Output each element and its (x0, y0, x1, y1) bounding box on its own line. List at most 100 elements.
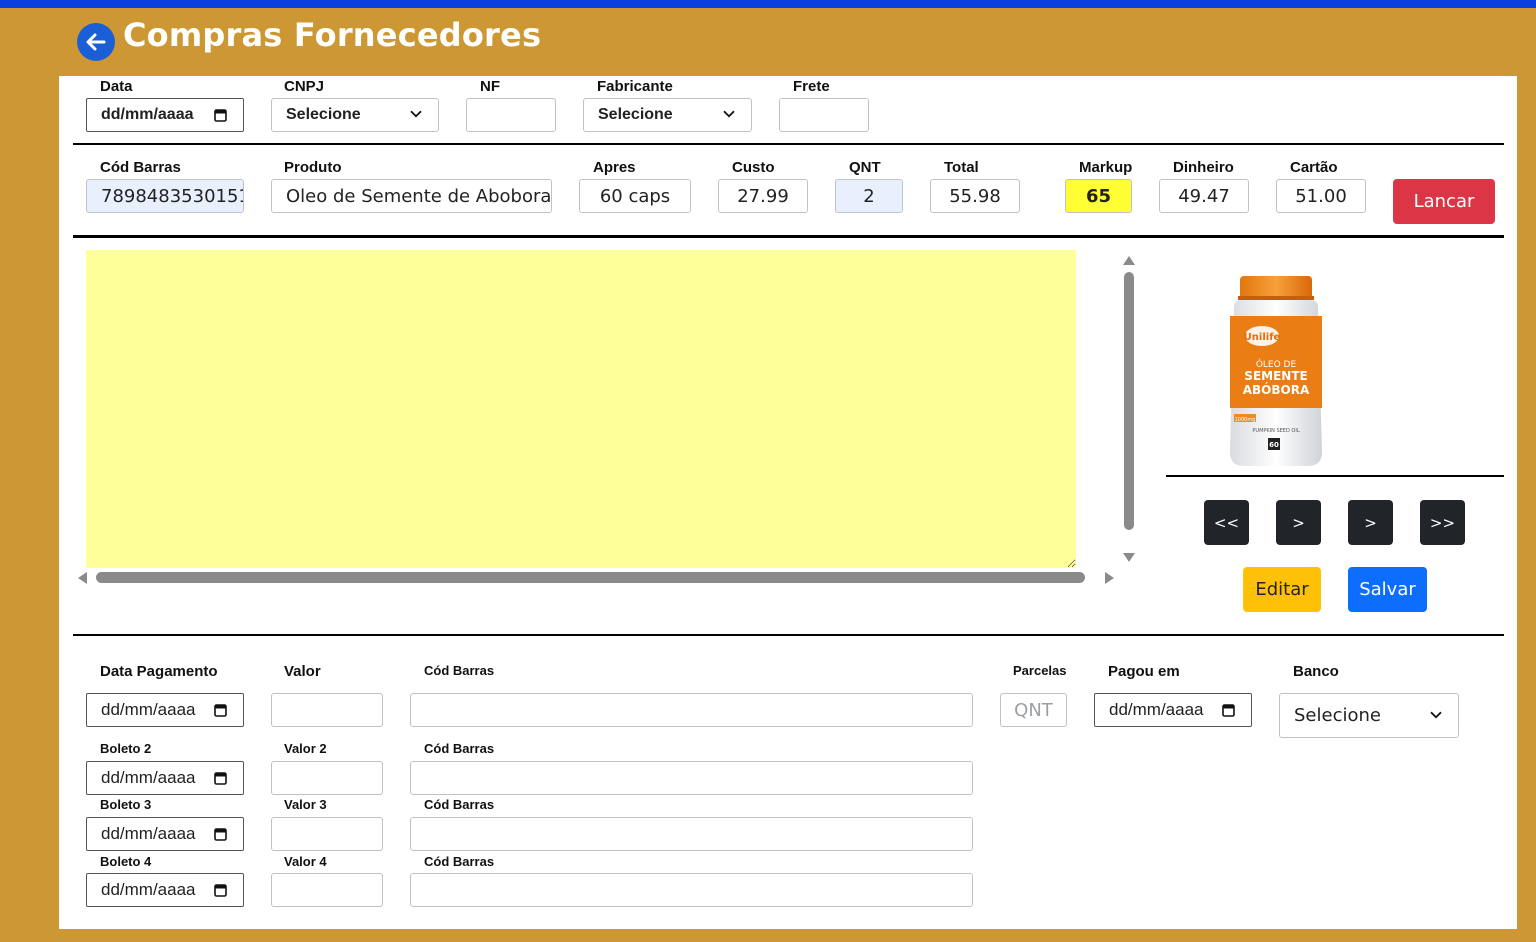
divider (73, 634, 1504, 636)
horizontal-scroll-thumb[interactable] (96, 572, 1085, 583)
cartao-value: 51.00 (1295, 185, 1347, 207)
frete-input[interactable] (779, 98, 869, 132)
boleto4-date-input[interactable]: dd/mm/aaaa (86, 873, 244, 907)
barcode2-input[interactable] (410, 761, 973, 795)
product-sub-text: PUMPKIN SEED OIL (1252, 428, 1299, 434)
barcode-pagamento-label: Cód Barras (424, 663, 495, 678)
boleto2-date-input[interactable]: dd/mm/aaaa (86, 761, 244, 795)
cartao-input[interactable]: 51.00 (1276, 179, 1366, 213)
fabricante-selected-value: Selecione (598, 106, 673, 123)
qnt-input[interactable]: 2 (835, 179, 903, 213)
produto-label: Produto (284, 159, 342, 176)
total-value: 55.98 (949, 185, 1001, 207)
barcode-input[interactable]: 7898483530151 (86, 179, 244, 213)
valor-input[interactable] (271, 693, 383, 727)
valor4-label: Valor 4 (284, 854, 327, 869)
frete-label: Frete (793, 78, 830, 95)
barcode2-label: Cód Barras (424, 741, 495, 756)
cnpj-select[interactable]: Selecione (271, 98, 439, 132)
data-pagamento-input[interactable]: dd/mm/aaaa (86, 693, 244, 727)
data-pagamento-value: dd/mm/aaaa (101, 700, 196, 719)
barcode4-label: Cód Barras (424, 854, 495, 869)
product-image: Unilife ÓLEO DE SEMENTE ABÓBORA 1000mg P… (1230, 276, 1322, 466)
lancar-button[interactable]: Lancar (1393, 179, 1495, 224)
markup-input[interactable]: 65 (1065, 179, 1132, 213)
valor4-input[interactable] (271, 873, 383, 907)
data-date-value: dd/mm/aaaa (101, 106, 194, 123)
calendar-icon (214, 828, 227, 841)
nf-label: NF (480, 78, 500, 95)
prev-record-button[interactable]: > (1276, 500, 1321, 545)
pagou-em-label: Pagou em (1108, 663, 1180, 680)
valor3-input[interactable] (271, 817, 383, 851)
page-title: Compras Fornecedores (123, 16, 542, 54)
produto-input[interactable]: Oleo de Semente de Abobora (271, 179, 552, 213)
arrow-left-icon (86, 33, 106, 51)
edit-button[interactable]: Editar (1243, 567, 1321, 612)
dinheiro-input[interactable]: 49.47 (1159, 179, 1249, 213)
top-accent-bar (0, 0, 1536, 8)
save-button[interactable]: Salvar (1348, 567, 1427, 612)
back-button[interactable] (77, 23, 115, 61)
barcode4-input[interactable] (410, 873, 973, 907)
valor3-label: Valor 3 (284, 797, 327, 812)
next-record-button[interactable]: > (1348, 500, 1393, 545)
calendar-icon (214, 772, 227, 785)
scroll-down-arrow-icon[interactable] (1123, 553, 1135, 562)
first-record-button[interactable]: << (1204, 500, 1249, 545)
valor2-input[interactable] (271, 761, 383, 795)
pagou-em-input[interactable]: dd/mm/aaaa (1094, 693, 1252, 727)
apres-label: Apres (593, 159, 636, 176)
dinheiro-value: 49.47 (1178, 185, 1230, 207)
image-divider (1166, 475, 1504, 477)
data-label: Data (100, 78, 133, 95)
divider (73, 235, 1504, 238)
banco-select[interactable]: Selecione (1279, 693, 1459, 738)
parcelas-placeholder: QNT (1014, 699, 1053, 721)
chevron-down-icon (1430, 711, 1442, 718)
scroll-up-arrow-icon[interactable] (1123, 256, 1135, 265)
qnt-value: 2 (863, 185, 875, 207)
banco-label: Banco (1293, 663, 1339, 680)
calendar-icon (214, 109, 227, 122)
barcode-pagamento-input[interactable] (410, 693, 973, 727)
barcode-label: Cód Barras (100, 159, 181, 176)
data-pagamento-label: Data Pagamento (100, 663, 218, 680)
markup-value: 65 (1085, 185, 1112, 207)
calendar-icon (214, 884, 227, 897)
parcelas-input[interactable]: QNT (1000, 693, 1067, 727)
valor2-label: Valor 2 (284, 741, 327, 756)
apres-input[interactable]: 60 caps (579, 179, 691, 213)
qnt-label: QNT (849, 159, 881, 176)
items-memo-textarea[interactable] (86, 250, 1076, 568)
fabricante-select[interactable]: Selecione (583, 98, 752, 132)
fabricante-label: Fabricante (597, 78, 673, 95)
boleto4-date-value: dd/mm/aaaa (101, 880, 196, 899)
data-date-input[interactable]: dd/mm/aaaa (86, 98, 244, 132)
valor-label: Valor (284, 663, 321, 680)
banco-selected-value: Selecione (1294, 705, 1381, 726)
nf-input[interactable] (466, 98, 556, 132)
product-count-text: 60 (1269, 441, 1279, 449)
divider (73, 143, 1504, 145)
total-input[interactable]: 55.98 (930, 179, 1020, 213)
last-record-button[interactable]: >> (1420, 500, 1465, 545)
calendar-icon (214, 704, 227, 717)
boleto2-label: Boleto 2 (100, 741, 152, 756)
boleto4-label: Boleto 4 (100, 854, 152, 869)
scroll-right-arrow-icon[interactable] (1105, 572, 1114, 584)
parcelas-label: Parcelas (1013, 663, 1067, 678)
cnpj-selected-value: Selecione (286, 106, 361, 123)
vertical-scroll-thumb[interactable] (1124, 272, 1134, 530)
apres-value: 60 caps (599, 185, 671, 207)
custo-value: 27.99 (737, 185, 789, 207)
markup-label: Markup (1079, 159, 1133, 176)
barcode3-input[interactable] (410, 817, 973, 851)
boleto3-date-input[interactable]: dd/mm/aaaa (86, 817, 244, 851)
scroll-left-arrow-icon[interactable] (78, 572, 87, 584)
cnpj-label: CNPJ (284, 78, 325, 95)
produto-value: Oleo de Semente de Abobora (286, 185, 552, 207)
calendar-icon (1222, 704, 1235, 717)
dinheiro-label: Dinheiro (1173, 159, 1234, 176)
custo-input[interactable]: 27.99 (718, 179, 808, 213)
